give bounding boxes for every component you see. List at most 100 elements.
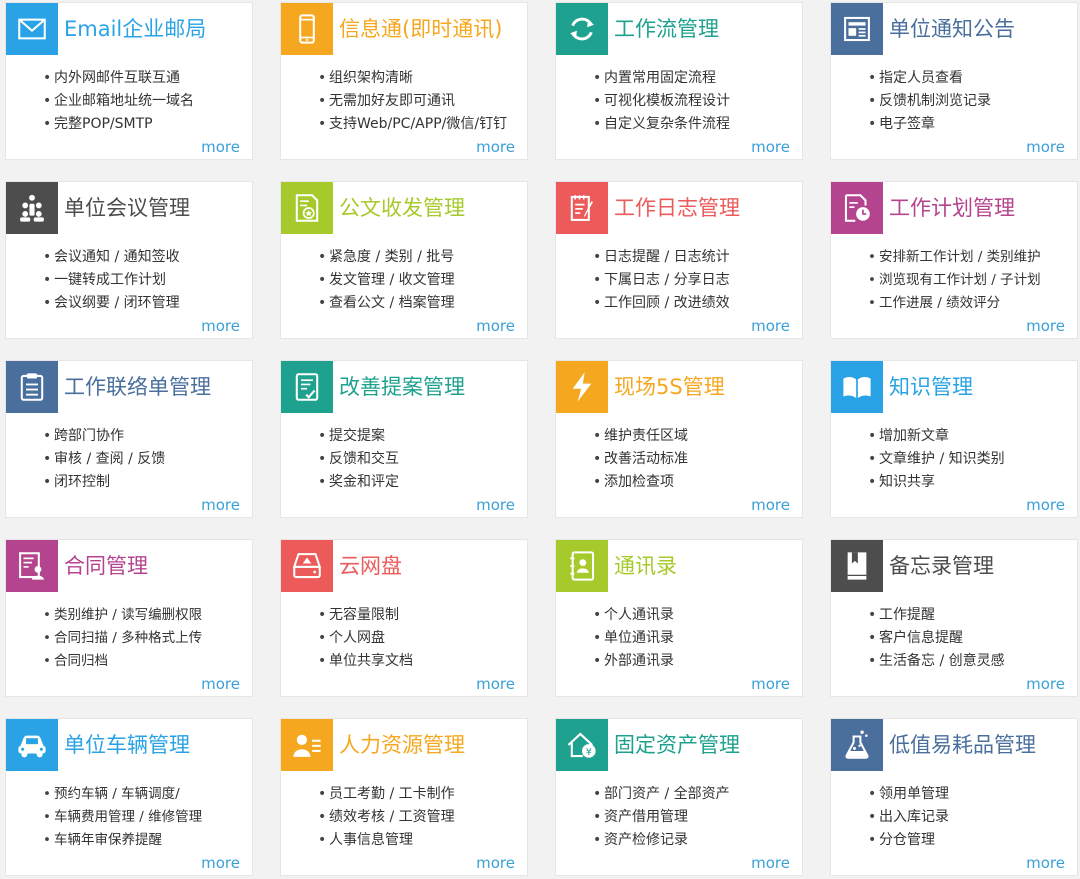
feature-list: 提交提案反馈和交互奖金和评定 — [318, 425, 523, 494]
more-link[interactable]: more — [1026, 317, 1065, 335]
more-link[interactable]: more — [476, 854, 515, 872]
feature-item: 紧急度 / 类别 / 批号 — [318, 246, 523, 269]
cloud-drive-icon — [281, 540, 333, 592]
module-card-meeting[interactable]: 单位会议管理会议通知 / 通知签收一键转成工作计划会议纲要 / 闭环管理 more — [5, 181, 253, 339]
more-link[interactable]: more — [751, 496, 790, 514]
module-card-consumables[interactable]: 低值易耗品管理领用单管理出入库记录分仓管理 more — [830, 718, 1078, 876]
module-card-address-book[interactable]: 通讯录个人通讯录单位通讯录外部通讯录 more — [555, 539, 803, 697]
feature-item: 闭环控制 — [43, 471, 248, 494]
module-card-hr[interactable]: 人力资源管理员工考勤 / 工卡制作绩效考核 / 工资管理人事信息管理 more — [280, 718, 528, 876]
more-link[interactable]: more — [201, 854, 240, 872]
more-link[interactable]: more — [201, 317, 240, 335]
module-card-cloud-drive[interactable]: 云网盘无容量限制个人网盘单位共享文档 more — [280, 539, 528, 697]
feature-item: 电子签章 — [868, 113, 1073, 136]
feature-item: 出入库记录 — [868, 806, 1073, 829]
feature-item: 查看公文 / 档案管理 — [318, 292, 523, 315]
feature-item: 合同扫描 / 多种格式上传 — [43, 627, 248, 650]
module-card-email[interactable]: Email企业邮局内外网邮件互联互通企业邮箱地址统一域名完整POP/SMTP mo… — [5, 2, 253, 160]
module-card-official-documents[interactable]: 公文收发管理紧急度 / 类别 / 批号发文管理 / 收文管理查看公文 / 档案管… — [280, 181, 528, 339]
more-link[interactable]: more — [751, 854, 790, 872]
feature-item: 车辆年审保养提醒 — [43, 829, 248, 852]
feature-item: 安排新工作计划 / 类别维护 — [868, 246, 1073, 269]
module-title[interactable]: 单位通知公告 — [889, 14, 1071, 44]
module-card-5s[interactable]: 现场5S管理维护责任区域改善活动标准添加检查项 more — [555, 360, 803, 518]
feature-item: 工作提醒 — [868, 604, 1073, 627]
feature-list: 类别维护 / 读写编删权限合同扫描 / 多种格式上传合同归档 — [43, 604, 248, 673]
feature-item: 绩效考核 / 工资管理 — [318, 806, 523, 829]
feature-item: 车辆费用管理 / 维修管理 — [43, 806, 248, 829]
module-title[interactable]: 现场5S管理 — [614, 372, 796, 402]
more-link[interactable]: more — [201, 496, 240, 514]
module-title[interactable]: 人力资源管理 — [339, 730, 521, 760]
clipboard-icon — [6, 361, 58, 413]
feature-item: 组织架构清晰 — [318, 67, 523, 90]
more-link[interactable]: more — [476, 138, 515, 156]
module-title[interactable]: 信息通(即时通讯) — [339, 14, 521, 44]
more-link[interactable]: more — [1026, 138, 1065, 156]
module-title[interactable]: 通讯录 — [614, 551, 796, 581]
module-card-fixed-assets[interactable]: ¥ 固定资产管理部门资产 / 全部资产资产借用管理资产检修记录 more — [555, 718, 803, 876]
envelope-icon — [6, 3, 58, 55]
module-card-work-log[interactable]: 工作日志管理日志提醒 / 日志统计下属日志 / 分享日志工作回顾 / 改进绩效 m… — [555, 181, 803, 339]
feature-list: 跨部门协作审核 / 查阅 / 反馈闭环控制 — [43, 425, 248, 494]
feature-item: 工作进展 / 绩效评分 — [868, 292, 1073, 315]
module-title[interactable]: 工作日志管理 — [614, 193, 796, 223]
feature-list: 指定人员查看反馈机制浏览记录电子签章 — [868, 67, 1073, 136]
feature-item: 支持Web/PC/APP/微信/钉钉 — [318, 113, 523, 136]
feature-item: 跨部门协作 — [43, 425, 248, 448]
more-link[interactable]: more — [1026, 854, 1065, 872]
module-title[interactable]: Email企业邮局 — [64, 14, 246, 44]
module-card-instant-messaging[interactable]: 信息通(即时通讯) 组织架构清晰无需加好友即可通讯支持Web/PC/APP/微信/… — [280, 2, 528, 160]
module-title[interactable]: 工作联络单管理 — [64, 372, 246, 402]
module-title[interactable]: 备忘录管理 — [889, 551, 1071, 581]
module-card-workflow[interactable]: 工作流管理内置常用固定流程可视化模板流程设计自定义复杂条件流程 more — [555, 2, 803, 160]
more-link[interactable]: more — [201, 675, 240, 693]
module-card-vehicle[interactable]: 单位车辆管理预约车辆 / 车辆调度/车辆费用管理 / 维修管理车辆年审保养提醒 m… — [5, 718, 253, 876]
more-link[interactable]: more — [476, 675, 515, 693]
feature-item: 自定义复杂条件流程 — [593, 113, 798, 136]
feature-item: 奖金和评定 — [318, 471, 523, 494]
module-title[interactable]: 工作计划管理 — [889, 193, 1071, 223]
more-link[interactable]: more — [476, 496, 515, 514]
module-title[interactable]: 改善提案管理 — [339, 372, 521, 402]
more-link[interactable]: more — [201, 138, 240, 156]
module-card-improvement-proposal[interactable]: 改善提案管理提交提案反馈和交互奖金和评定 more — [280, 360, 528, 518]
more-link[interactable]: more — [1026, 675, 1065, 693]
feature-item: 浏览现有工作计划 / 子计划 — [868, 269, 1073, 292]
car-icon — [6, 719, 58, 771]
module-card-memo[interactable]: 备忘录管理工作提醒客户信息提醒生活备忘 / 创意灵感 more — [830, 539, 1078, 697]
feature-item: 指定人员查看 — [868, 67, 1073, 90]
module-title[interactable]: 单位车辆管理 — [64, 730, 246, 760]
module-title[interactable]: 低值易耗品管理 — [889, 730, 1071, 760]
module-card-notice[interactable]: 单位通知公告指定人员查看反馈机制浏览记录电子签章 more — [830, 2, 1078, 160]
module-card-liaison-sheet[interactable]: 工作联络单管理跨部门协作审核 / 查阅 / 反馈闭环控制 more — [5, 360, 253, 518]
module-title[interactable]: 知识管理 — [889, 372, 1071, 402]
module-title[interactable]: 单位会议管理 — [64, 193, 246, 223]
more-link[interactable]: more — [751, 138, 790, 156]
module-card-knowledge[interactable]: 知识管理增加新文章文章维护 / 知识类别知识共享 more — [830, 360, 1078, 518]
feature-item: 生活备忘 / 创意灵感 — [868, 650, 1073, 673]
more-link[interactable]: more — [751, 675, 790, 693]
more-link[interactable]: more — [1026, 496, 1065, 514]
module-title[interactable]: 公文收发管理 — [339, 193, 521, 223]
feature-item: 企业邮箱地址统一域名 — [43, 90, 248, 113]
calendar-clock-icon — [831, 182, 883, 234]
feature-item: 无需加好友即可通讯 — [318, 90, 523, 113]
newspaper-icon — [831, 3, 883, 55]
refresh-cycle-icon — [556, 3, 608, 55]
feature-list: 预约车辆 / 车辆调度/车辆费用管理 / 维修管理车辆年审保养提醒 — [43, 783, 248, 852]
feature-list: 内外网邮件互联互通企业邮箱地址统一域名完整POP/SMTP — [43, 67, 248, 136]
module-title[interactable]: 工作流管理 — [614, 14, 796, 44]
module-card-work-plan[interactable]: 工作计划管理安排新工作计划 / 类别维护浏览现有工作计划 / 子计划工作进展 /… — [830, 181, 1078, 339]
feature-list: 员工考勤 / 工卡制作绩效考核 / 工资管理人事信息管理 — [318, 783, 523, 852]
module-card-contract[interactable]: 合同管理类别维护 / 读写编删权限合同扫描 / 多种格式上传合同归档 more — [5, 539, 253, 697]
more-link[interactable]: more — [751, 317, 790, 335]
feature-item: 日志提醒 / 日志统计 — [593, 246, 798, 269]
module-title[interactable]: 云网盘 — [339, 551, 521, 581]
more-link[interactable]: more — [476, 317, 515, 335]
bookmark-book-icon — [831, 540, 883, 592]
feature-item: 无容量限制 — [318, 604, 523, 627]
module-title[interactable]: 固定资产管理 — [614, 730, 796, 760]
feature-item: 预约车辆 / 车辆调度/ — [43, 783, 248, 806]
module-title[interactable]: 合同管理 — [64, 551, 246, 581]
